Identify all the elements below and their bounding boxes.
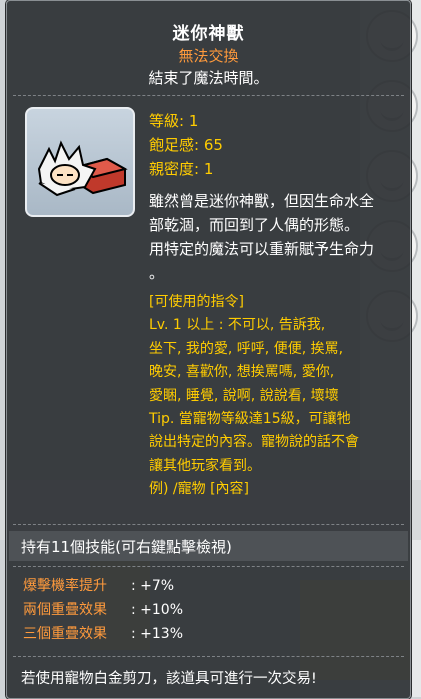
bonus-value: +10% [140,602,184,618]
stat-value: 1 [188,112,199,130]
commands-line: 例) /寵物 [內容] [149,481,250,498]
commands-line: 愛睏, 睡覺, 說啊, 說說看, 壞壞 [149,387,339,404]
item-name: 迷你神獸 [172,24,245,44]
commands-line: Lv. 1 以上 : 不可以, 告訴我, [149,317,326,334]
description-line: 用特定的魔法可以重新賦予生命力 [149,240,375,258]
divider [13,656,404,657]
divider [13,566,404,567]
stat-closeness: 親密度: 1 [149,160,214,178]
divider [13,524,404,525]
item-tooltip: 迷你神獸 無法交換 結束了魔法時間。 等級: 1 飽足感: 65 親密度: 1 … [6,0,411,699]
description-line: 部乾涸，而回到了人偶的形態。 [149,216,360,234]
scissors-trade-note: 若使用寵物白金剪刀，該道具可進行一次交易! [21,671,317,687]
stat-label: 親密度 [149,160,195,178]
bonus-value: +13% [140,626,184,642]
mini-beast-pet-doll-icon [37,140,128,197]
bonus-row: 三個重疊效果: +13% [23,622,183,646]
bonus-label: 爆擊機率提升 [23,578,107,594]
stat-label: 飽足感 [149,136,195,154]
commands-line: 坐下, 我的愛, 呼呼, 便便, 挨罵, [149,340,344,357]
stat-fullness: 飽足感: 65 [149,136,223,154]
commands-heading: [可使用的指令] [149,294,244,310]
item-icon-frame [25,107,135,217]
pet-stats: 等級: 1 飽足感: 65 親密度: 1 [149,109,223,181]
commands-line: 讓其他玩家看到。 [149,457,261,474]
bonus-label: 兩個重疊效果 [23,602,107,618]
stat-level: 等級: 1 [149,112,199,130]
commands-line: Tip. 當寵物等級達15級，可讓牠 [149,411,351,428]
description-line: 。 [149,264,165,282]
commands-line: 晚安, 喜歡你, 想挨罵嗎, 愛你, [149,364,335,381]
bonus-row: 爆擊機率提升: +7% [23,574,183,598]
bonus-row: 兩個重疊效果: +10% [23,598,183,622]
pet-commands: [可使用的指令] Lv. 1 以上 : 不可以, 告訴我, 坐下, 我的愛, 呼… [149,291,407,502]
bonus-value: +7% [140,578,175,594]
magic-time-status: 結束了魔法時間。 [148,69,269,87]
item-description: 雖然曾是迷你神獸，但因生命水全 部乾涸，而回到了人偶的形態。 用特定的魔法可以重… [149,189,407,285]
bonus-label: 三個重疊效果 [23,626,107,642]
set-bonuses: 爆擊機率提升: +7% 兩個重疊效果: +10% 三個重疊效果: +13% [23,574,183,646]
divider [13,95,404,96]
stat-label: 等級 [149,112,180,130]
commands-line: 說出特定的內容。寵物說的話不會 [149,434,359,451]
stat-value: 1 [203,160,214,178]
stat-value: 65 [203,136,223,154]
skills-count: 持有11個技能(可右鍵點擊檢視) [21,538,232,556]
trade-status: 無法交換 [178,47,239,65]
description-line: 雖然曾是迷你神獸，但因生命水全 [149,192,375,210]
